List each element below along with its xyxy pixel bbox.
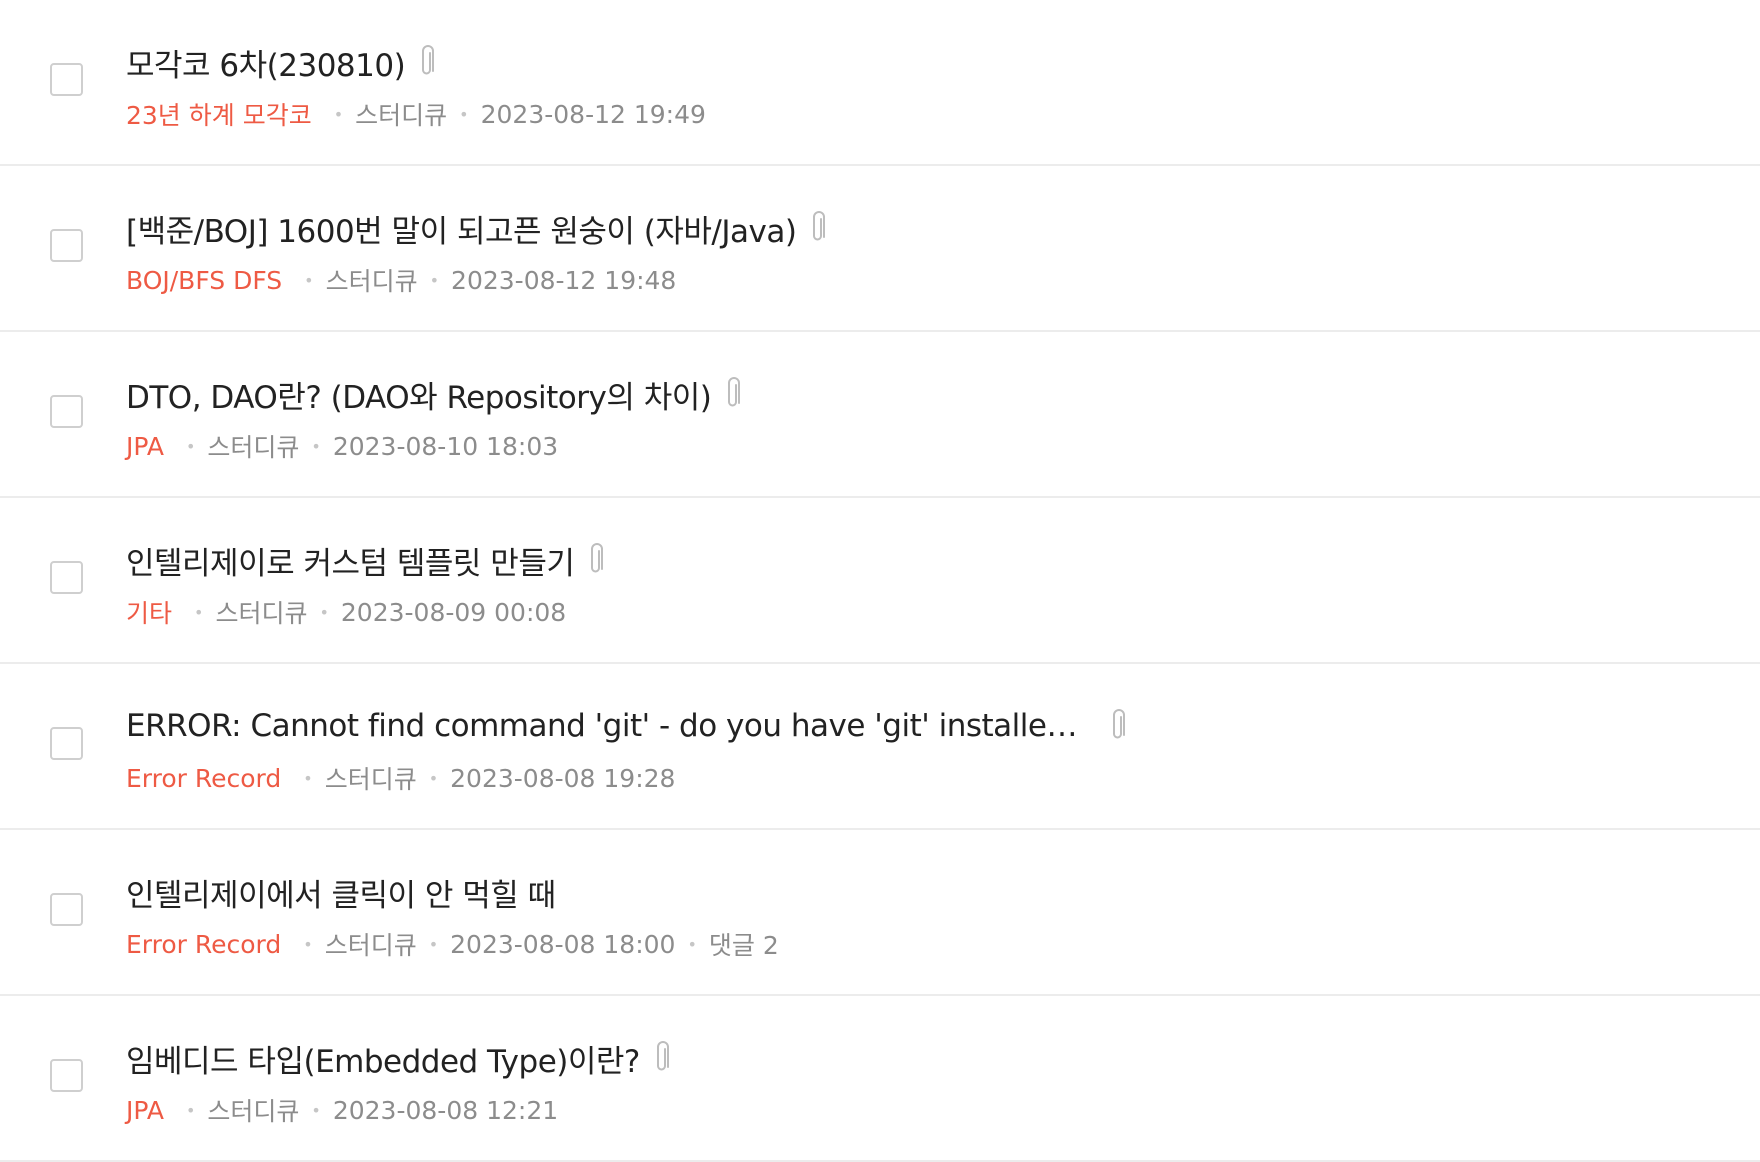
post-author: 스터디큐 <box>324 765 417 794</box>
post-title-line: 모각코 6차(230810) <box>126 38 1720 86</box>
post-meta: 23년 하계 모각코 • 스터디큐 • 2023-08-12 19:49 <box>126 96 1720 132</box>
paperclip-icon <box>419 45 435 79</box>
post-category-link[interactable]: JPA <box>126 1096 164 1125</box>
post-title-line: [백준/BOJ] 1600번 말이 되고픈 원숭이 (자바/Java) <box>126 204 1720 252</box>
post-author: 스터디큐 <box>207 1097 300 1126</box>
meta-separator: • <box>428 768 439 788</box>
post-row: 임베디드 타입(Embedded Type)이란? JPA • 스터디큐 • 2… <box>0 996 1760 1162</box>
post-date: 2023-08-08 18:00 <box>450 929 676 959</box>
post-list: 모각코 6차(230810) 23년 하계 모각코 • 스터디큐 • 2023-… <box>0 0 1760 1162</box>
post-title-link[interactable]: 모각코 6차(230810) <box>126 40 406 85</box>
post-author: 스터디큐 <box>355 101 448 130</box>
post-row: [백준/BOJ] 1600번 말이 되고픈 원숭이 (자바/Java) BOJ/… <box>0 166 1760 332</box>
post-title-line: DTO, DAO란? (DAO와 Repository의 차이) <box>126 370 1720 418</box>
post-meta: JPA • 스터디큐 • 2023-08-10 18:03 <box>126 428 1720 464</box>
paperclip-icon <box>654 1041 670 1075</box>
post-checkbox[interactable] <box>50 63 83 96</box>
post-title-link[interactable]: ERROR: Cannot find command 'git' - do yo… <box>126 708 1096 744</box>
post-checkbox[interactable] <box>50 893 83 926</box>
paperclip-icon <box>725 377 741 411</box>
meta-separator: • <box>303 768 313 788</box>
post-row: DTO, DAO란? (DAO와 Repository의 차이) JPA • 스… <box>0 332 1760 498</box>
post-title-line: 임베디드 타입(Embedded Type)이란? <box>126 1034 1720 1082</box>
post-title-link[interactable]: 인텔리제이에서 클릭이 안 먹힐 때 <box>126 870 556 915</box>
post-title-link[interactable]: 인텔리제이로 커스텀 템플릿 만들기 <box>126 538 575 583</box>
post-body: [백준/BOJ] 1600번 말이 되고픈 원숭이 (자바/Java) BOJ/… <box>126 204 1720 298</box>
post-title-line: 인텔리제이로 커스텀 템플릿 만들기 <box>126 536 1720 584</box>
post-body: DTO, DAO란? (DAO와 Repository의 차이) JPA • 스… <box>126 370 1720 464</box>
post-author: 스터디큐 <box>207 433 300 462</box>
post-title-link[interactable]: 임베디드 타입(Embedded Type)이란? <box>126 1036 640 1081</box>
post-meta: JPA • 스터디큐 • 2023-08-08 12:21 <box>126 1092 1720 1128</box>
post-meta: 기타 • 스터디큐 • 2023-08-09 00:08 <box>126 594 1720 630</box>
meta-separator: • <box>185 1100 196 1120</box>
post-date: 2023-08-12 19:49 <box>480 99 706 129</box>
post-date: 2023-08-10 18:03 <box>332 431 559 461</box>
meta-separator: • <box>303 934 313 954</box>
post-category-link[interactable]: JPA <box>126 432 164 461</box>
post-date: 2023-08-08 19:28 <box>450 763 676 793</box>
paperclip-icon <box>1110 709 1126 743</box>
post-row: 인텔리제이로 커스텀 템플릿 만들기 기타 • 스터디큐 • 2023-08-0… <box>0 498 1760 664</box>
paperclip-icon <box>810 211 826 245</box>
meta-separator: • <box>459 104 469 124</box>
post-date: 2023-08-12 19:48 <box>451 265 677 295</box>
post-title-line: ERROR: Cannot find command 'git' - do yo… <box>126 702 1720 750</box>
post-category-link[interactable]: BOJ/BFS DFS <box>126 266 282 295</box>
post-body: ERROR: Cannot find command 'git' - do yo… <box>126 702 1720 796</box>
meta-separator: • <box>333 104 344 124</box>
post-date: 2023-08-09 00:08 <box>340 597 567 627</box>
post-author: 스터디큐 <box>215 599 308 628</box>
post-category-link[interactable]: 23년 하계 모각코 <box>126 96 312 132</box>
meta-separator: • <box>319 602 329 622</box>
meta-separator: • <box>687 934 697 954</box>
post-comment-count[interactable]: 댓글 2 <box>709 926 779 962</box>
post-category-link[interactable]: Error Record <box>126 764 281 793</box>
post-checkbox[interactable] <box>50 561 83 594</box>
post-author: 스터디큐 <box>324 931 417 960</box>
post-title-link[interactable]: [백준/BOJ] 1600번 말이 되고픈 원숭이 (자바/Java) <box>126 206 797 251</box>
post-body: 인텔리제이에서 클릭이 안 먹힐 때 Error Record • 스터디큐 •… <box>126 868 1720 962</box>
post-date: 2023-08-08 12:21 <box>332 1095 559 1125</box>
post-body: 임베디드 타입(Embedded Type)이란? JPA • 스터디큐 • 2… <box>126 1034 1720 1128</box>
post-checkbox[interactable] <box>50 727 83 760</box>
post-meta: Error Record • 스터디큐 • 2023-08-08 18:00 •… <box>126 926 1720 962</box>
post-meta: BOJ/BFS DFS • 스터디큐 • 2023-08-12 19:48 <box>126 262 1720 298</box>
post-title-link[interactable]: DTO, DAO란? (DAO와 Repository의 차이) <box>126 372 712 417</box>
meta-separator: • <box>304 270 314 290</box>
post-checkbox[interactable] <box>50 229 83 262</box>
post-category-link[interactable]: 기타 <box>126 594 172 630</box>
post-author: 스터디큐 <box>325 267 418 296</box>
post-body: 인텔리제이로 커스텀 템플릿 만들기 기타 • 스터디큐 • 2023-08-0… <box>126 536 1720 630</box>
meta-separator: • <box>311 1100 321 1120</box>
meta-separator: • <box>428 934 439 954</box>
post-body: 모각코 6차(230810) 23년 하계 모각코 • 스터디큐 • 2023-… <box>126 38 1720 132</box>
post-row: 모각코 6차(230810) 23년 하계 모각코 • 스터디큐 • 2023-… <box>0 0 1760 166</box>
meta-separator: • <box>185 436 196 456</box>
post-meta: Error Record • 스터디큐 • 2023-08-08 19:28 <box>126 760 1720 796</box>
post-checkbox[interactable] <box>50 1059 83 1092</box>
post-title-line: 인텔리제이에서 클릭이 안 먹힐 때 <box>126 868 1720 916</box>
post-row: ERROR: Cannot find command 'git' - do yo… <box>0 664 1760 830</box>
post-checkbox[interactable] <box>50 395 83 428</box>
meta-separator: • <box>311 436 321 456</box>
post-category-link[interactable]: Error Record <box>126 930 281 959</box>
paperclip-icon <box>588 543 604 577</box>
meta-separator: • <box>194 602 204 622</box>
meta-separator: • <box>429 270 440 290</box>
post-row: 인텔리제이에서 클릭이 안 먹힐 때 Error Record • 스터디큐 •… <box>0 830 1760 996</box>
